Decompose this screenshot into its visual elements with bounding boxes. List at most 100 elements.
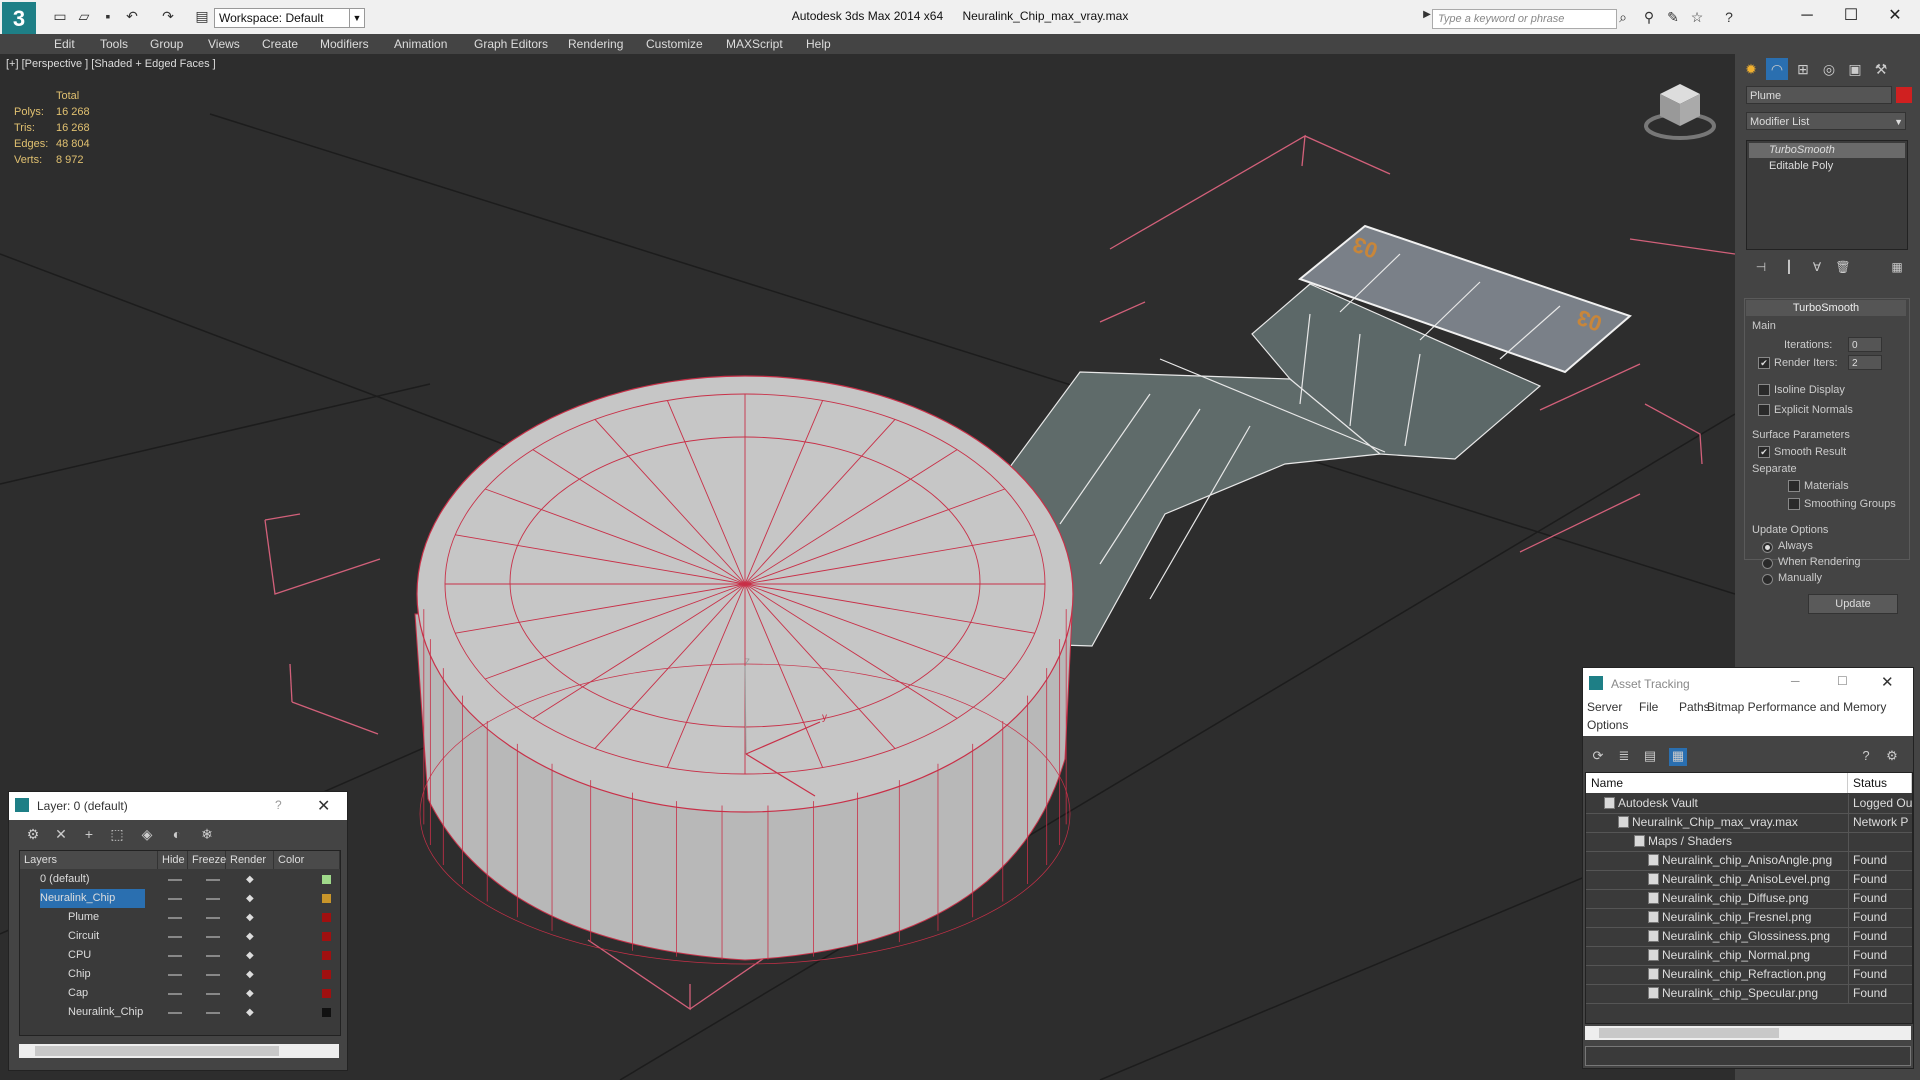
hide-toggle[interactable] xyxy=(168,936,182,938)
rollout-title[interactable]: TurboSmooth xyxy=(1746,300,1906,316)
col-color[interactable]: Color xyxy=(274,851,340,869)
layer-name[interactable]: Neuralink_Chip xyxy=(68,1003,143,1022)
when-rendering-radio[interactable] xyxy=(1762,558,1773,569)
configure-sets-icon[interactable]: ▦ xyxy=(1886,256,1908,278)
iterations-spinner[interactable]: 0 xyxy=(1848,337,1882,352)
layer-color-swatch[interactable] xyxy=(322,875,331,884)
highlight-layer-icon[interactable]: ◈ xyxy=(137,826,157,844)
menu-create[interactable]: Create xyxy=(262,37,298,51)
render-iters-spinner[interactable]: 2 xyxy=(1848,355,1882,370)
smooth-result-checkbox[interactable]: ✔ xyxy=(1758,446,1770,458)
make-unique-icon[interactable]: ∀ xyxy=(1806,256,1828,278)
asset-menu-bitmap[interactable]: Bitmap Performance and Memory xyxy=(1707,700,1913,714)
render-teapot-icon[interactable]: ◆ xyxy=(246,970,258,980)
freeze-all-layers-icon[interactable]: ❄ xyxy=(197,826,217,844)
layer-row[interactable]: Circuit ◆ xyxy=(20,927,340,946)
menu-maxscript[interactable]: MAXScript xyxy=(726,37,783,51)
show-end-result-icon[interactable]: ┃ xyxy=(1778,256,1800,278)
modifier-list-dropdown[interactable]: Modifier List ▼ xyxy=(1746,112,1906,130)
minimize-icon[interactable]: ─ xyxy=(1791,674,1800,688)
layer-horizontal-scrollbar[interactable] xyxy=(19,1044,339,1058)
hide-toggle[interactable] xyxy=(168,955,182,957)
layer-color-swatch[interactable] xyxy=(322,913,331,922)
create-tab-icon[interactable]: ✹ xyxy=(1740,58,1762,80)
asset-row[interactable]: Neuralink_chip_Normal.png Found xyxy=(1586,946,1912,966)
col-name[interactable]: Name xyxy=(1586,773,1848,793)
layer-row[interactable]: 0 (default) ◆ xyxy=(20,870,340,889)
thumbnail-view-icon[interactable]: ▤ xyxy=(1641,748,1659,766)
delete-layer-icon[interactable]: ✕ xyxy=(51,826,71,844)
render-iters-checkbox[interactable]: ✔ xyxy=(1758,357,1770,369)
col-freeze[interactable]: Freeze xyxy=(188,851,226,869)
hide-toggle[interactable] xyxy=(168,974,182,976)
select-objects-icon[interactable]: ⬚ xyxy=(107,826,127,844)
render-teapot-icon[interactable]: ◆ xyxy=(246,913,258,923)
hide-toggle[interactable] xyxy=(168,879,182,881)
layer-name[interactable]: Chip xyxy=(68,965,91,984)
isoline-display-checkbox[interactable] xyxy=(1758,384,1770,396)
asset-menu-paths[interactable]: Paths xyxy=(1679,700,1710,714)
layer-row[interactable]: Plume ◆ xyxy=(20,908,340,927)
asset-row[interactable]: Neuralink_chip_AnisoAngle.png Found xyxy=(1586,851,1912,871)
asset-row[interactable]: Neuralink_Chip_max_vray.max Network P xyxy=(1586,813,1912,833)
motion-tab-icon[interactable]: ◎ xyxy=(1818,58,1840,80)
menu-modifiers[interactable]: Modifiers xyxy=(320,37,369,51)
layer-color-swatch[interactable] xyxy=(322,894,331,903)
freeze-toggle[interactable] xyxy=(206,974,220,976)
menu-tools[interactable]: Tools xyxy=(100,37,128,51)
object-color-swatch[interactable] xyxy=(1896,87,1912,103)
hide-toggle[interactable] xyxy=(168,898,182,900)
binoculars-icon[interactable]: ⌕ xyxy=(1614,9,1632,27)
render-teapot-icon[interactable]: ◆ xyxy=(246,989,258,999)
asset-titlebar[interactable]: Asset Tracking ─ ☐ ✕ xyxy=(1583,668,1913,698)
help-icon[interactable]: ? xyxy=(1720,9,1738,27)
asset-row[interactable]: Neuralink_chip_Refraction.png Found xyxy=(1586,965,1912,985)
asset-row[interactable]: Neuralink_chip_Glossiness.png Found xyxy=(1586,927,1912,947)
hierarchy-tab-icon[interactable]: ⊞ xyxy=(1792,58,1814,80)
table-view-icon[interactable]: ▦ xyxy=(1669,748,1687,766)
menu-graph-editors[interactable]: Graph Editors xyxy=(474,37,548,51)
col-layers[interactable]: Layers xyxy=(20,851,158,869)
help-icon[interactable]: ? xyxy=(275,798,282,812)
minimize-button[interactable]: ─ xyxy=(1784,4,1830,28)
modify-tab-icon[interactable]: ◠ xyxy=(1766,58,1788,80)
always-radio[interactable] xyxy=(1762,542,1773,553)
materials-checkbox[interactable] xyxy=(1788,480,1800,492)
layer-color-swatch[interactable] xyxy=(322,989,331,998)
menu-animation[interactable]: Animation xyxy=(394,37,447,51)
layer-name[interactable]: Neuralink_Chip xyxy=(40,889,146,908)
asset-horizontal-scrollbar[interactable] xyxy=(1585,1026,1911,1040)
explicit-normals-checkbox[interactable] xyxy=(1758,404,1770,416)
search-input[interactable]: Type a keyword or phrase xyxy=(1432,9,1617,29)
utilities-tab-icon[interactable]: ⚒ xyxy=(1870,58,1892,80)
layer-name[interactable]: Circuit xyxy=(68,927,99,946)
layer-row[interactable]: Neuralink_Chip ◆ xyxy=(20,889,340,908)
scroll-thumb[interactable] xyxy=(1599,1028,1779,1038)
viewport-label[interactable]: [+] [Perspective ] [Shaded + Edged Faces… xyxy=(6,58,216,70)
layer-dialog-titlebar[interactable]: Layer: 0 (default) ? ✕ xyxy=(9,792,347,820)
freeze-toggle[interactable] xyxy=(206,955,220,957)
layer-color-swatch[interactable] xyxy=(322,951,331,960)
close-icon[interactable]: ✕ xyxy=(317,796,330,816)
scroll-thumb[interactable] xyxy=(35,1046,279,1056)
asset-row[interactable]: Neuralink_chip_Specular.png Found xyxy=(1586,984,1912,1004)
subscription-icon[interactable]: ⚲ xyxy=(1640,9,1658,27)
layer-color-swatch[interactable] xyxy=(322,932,331,941)
freeze-toggle[interactable] xyxy=(206,917,220,919)
close-button[interactable]: ✕ xyxy=(1872,4,1918,28)
asset-row[interactable]: Neuralink_chip_AnisoLevel.png Found xyxy=(1586,870,1912,890)
close-icon[interactable]: ✕ xyxy=(1881,673,1894,691)
manually-radio[interactable] xyxy=(1762,574,1773,585)
hide-all-layers-icon[interactable]: ◐ xyxy=(167,826,187,844)
view-cube[interactable] xyxy=(1644,84,1716,140)
settings-icon[interactable]: ⚙ xyxy=(1883,748,1901,766)
smoothing-groups-checkbox[interactable] xyxy=(1788,498,1800,510)
asset-row[interactable]: Maps / Shaders xyxy=(1586,832,1912,852)
layer-color-swatch[interactable] xyxy=(322,1008,331,1017)
object-name-field[interactable]: Plume xyxy=(1746,86,1892,104)
asset-menu-file[interactable]: File xyxy=(1639,700,1658,714)
communication-icon[interactable]: ✎ xyxy=(1664,9,1682,27)
stack-item-editable-poly[interactable]: Editable Poly xyxy=(1749,159,1905,174)
layer-name[interactable]: Cap xyxy=(68,984,88,1003)
asset-menu-options[interactable]: Options xyxy=(1587,718,1628,732)
